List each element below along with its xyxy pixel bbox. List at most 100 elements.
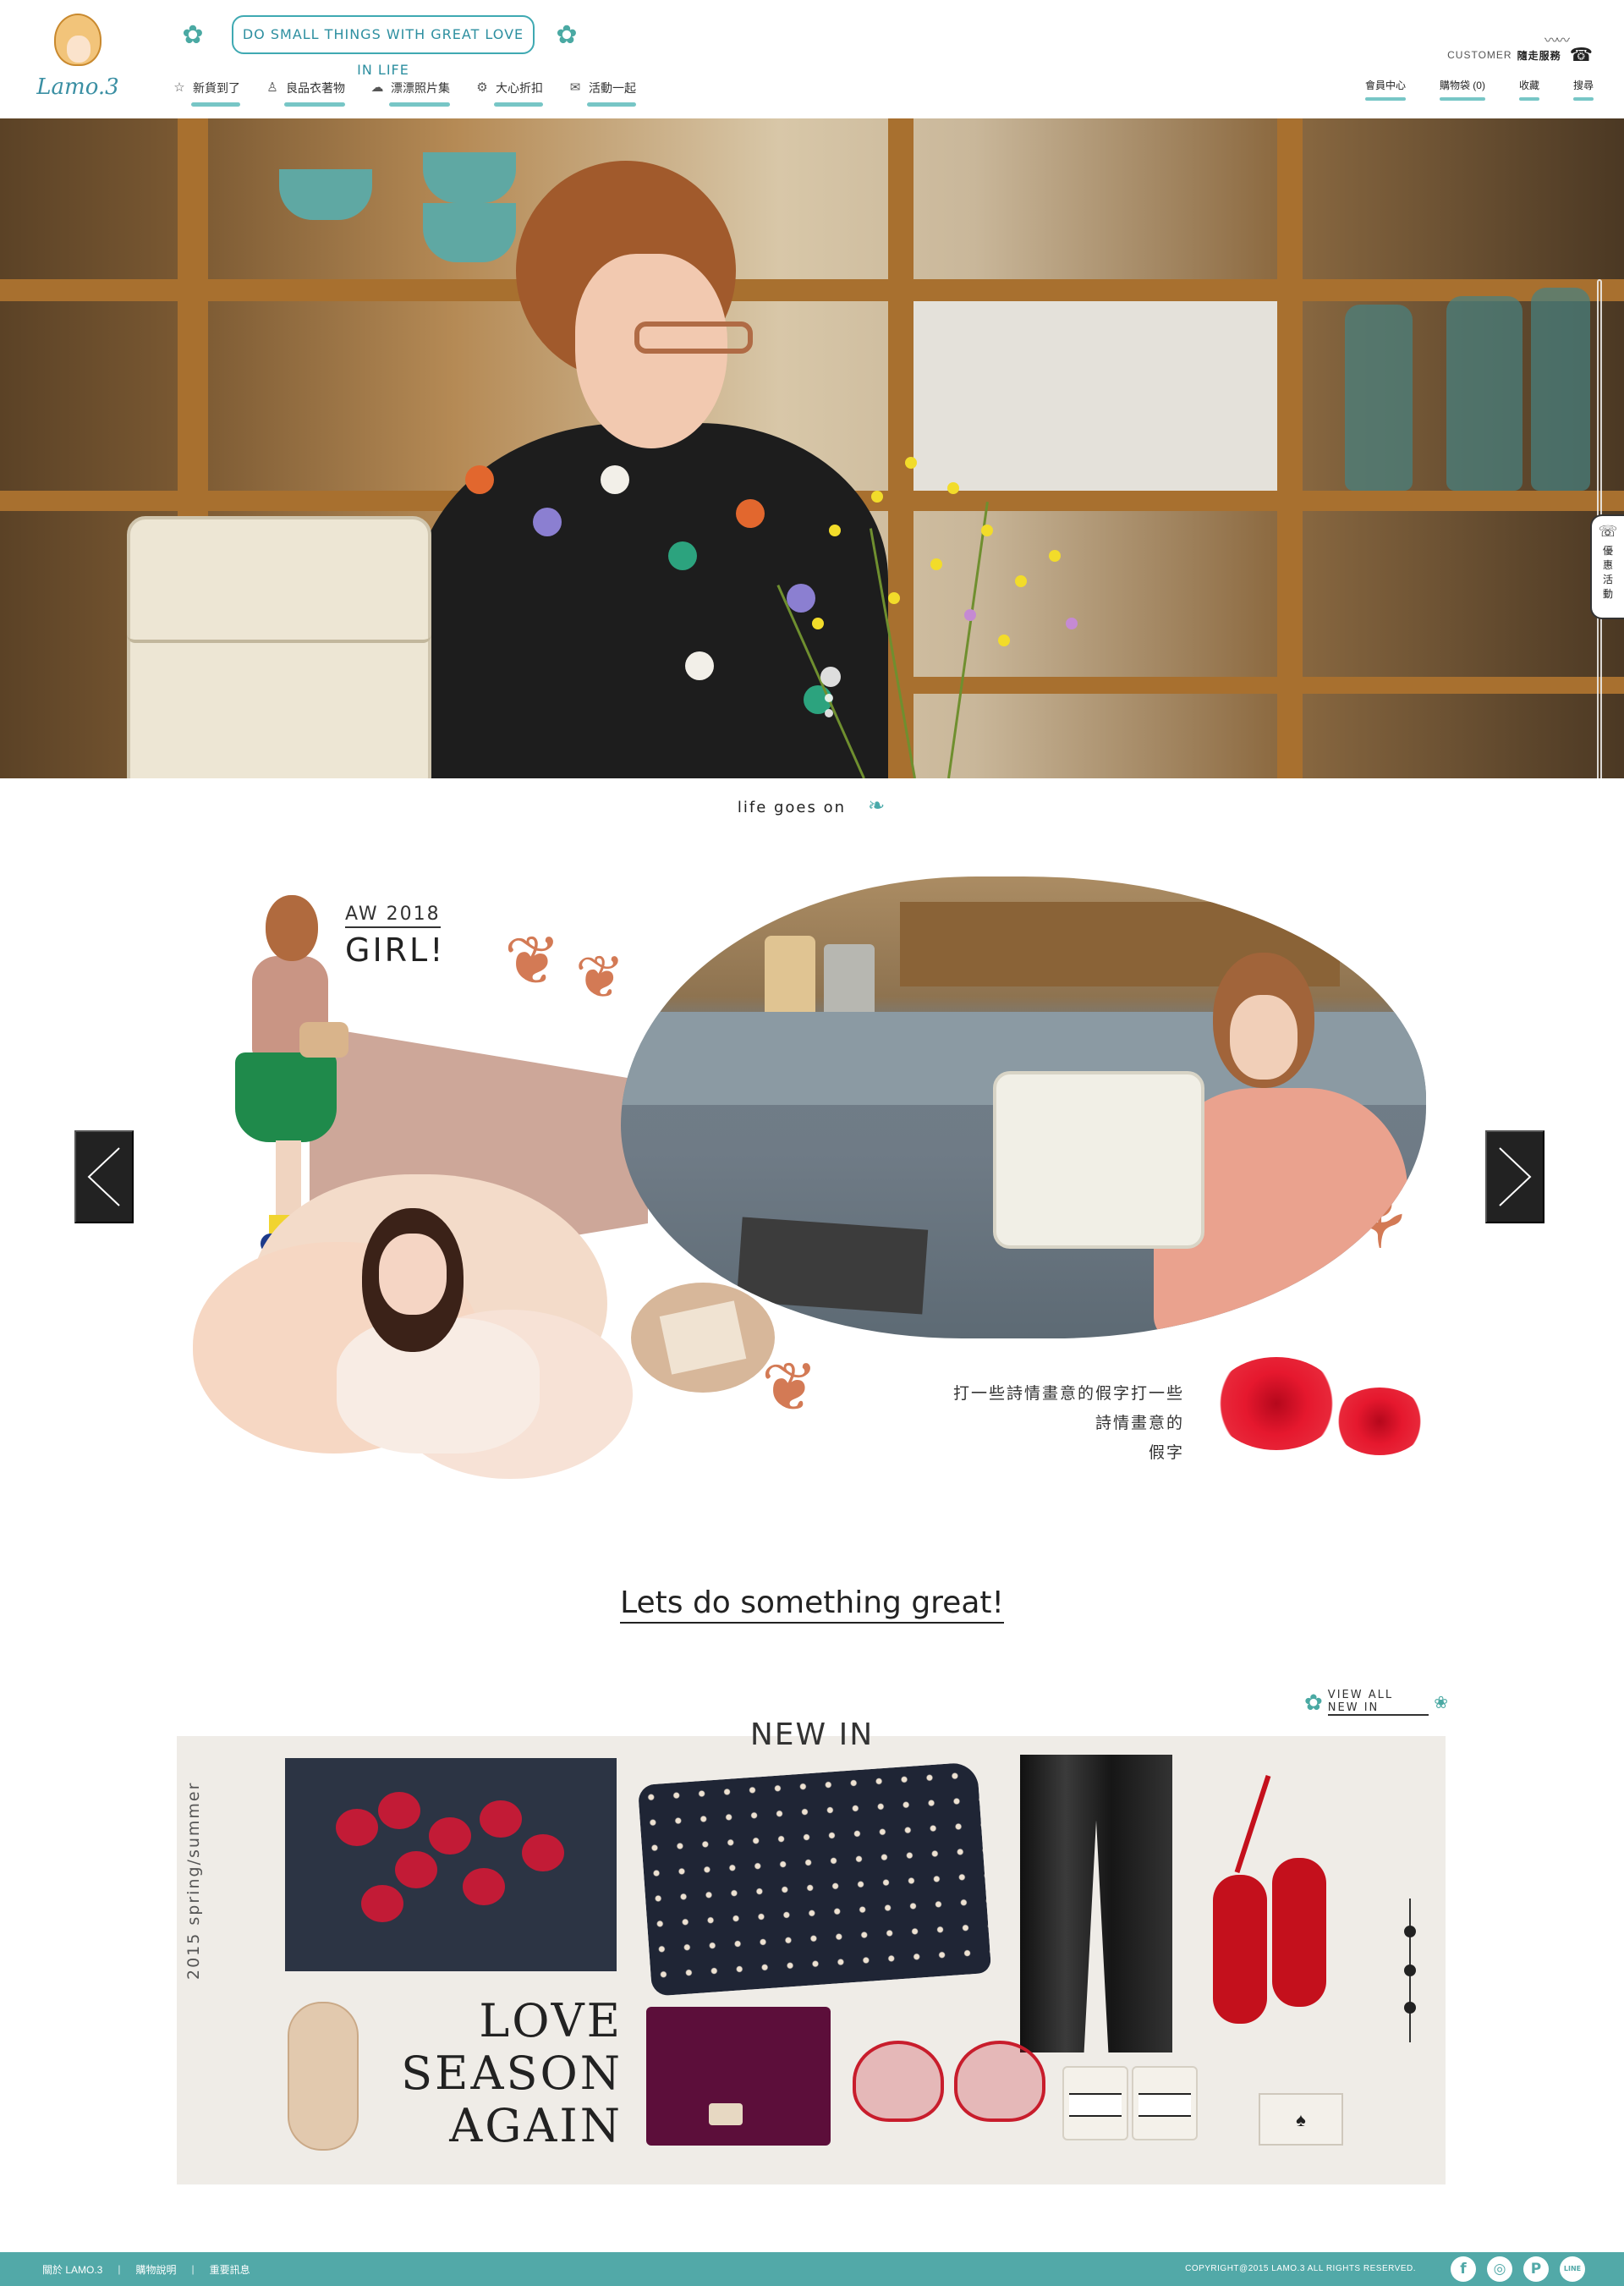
hero-model-glasses [634, 321, 753, 354]
new-in-title: NEW IN [749, 1717, 875, 1752]
ballet-shoe [1272, 1858, 1326, 2007]
rose [522, 1834, 564, 1871]
feature-text-line: 打一些詩情畫意的假字打一些 [952, 1385, 1184, 1403]
nav-favorites[interactable]: 收藏 [1518, 78, 1539, 101]
collection-season: AW 2018 [345, 904, 441, 928]
feature-photo-main[interactable] [621, 876, 1426, 1338]
feature-description: 打一些詩情畫意的假字打一些 詩情畫意的 假字 [897, 1379, 1184, 1468]
gear-icon: ⚙ [476, 80, 488, 95]
flower [1066, 618, 1078, 629]
nav-member-center[interactable]: 會員中心 [1364, 78, 1406, 101]
footer-link-shopping-guide[interactable]: 購物說明 [135, 2262, 176, 2277]
product-velvet-clutch[interactable] [646, 2007, 831, 2146]
cta-link[interactable]: Lets do something great! [0, 1585, 1624, 1624]
nav-underline [1518, 97, 1539, 101]
instagram-icon[interactable]: ◎ [1487, 2256, 1512, 2282]
dress-dot [533, 508, 562, 536]
nav-clothing[interactable]: ♙ 良品衣著物 [264, 78, 345, 107]
product-playing-card[interactable]: ♠ [1259, 2093, 1343, 2146]
product-candle[interactable] [1062, 2066, 1128, 2140]
product-ballet-shoes[interactable] [1204, 1773, 1348, 2066]
nav-label: 大心折扣 [496, 81, 543, 95]
love-season-headline: LOVE SEASON AGAIN [372, 1995, 623, 2152]
ticket-icon: ✉ [569, 80, 581, 95]
flower-icon: ✿ [182, 21, 204, 49]
headline-line: SEASON [401, 2047, 623, 2100]
product-candle[interactable] [1132, 2066, 1198, 2140]
product-flowers-photo[interactable] [285, 1758, 617, 1971]
ginkgo-leaf-illustration: ❦ [504, 923, 562, 998]
star-icon: ☆ [173, 80, 185, 95]
account-nav: 會員中心 購物袋 (0) 收藏 搜尋 [1331, 78, 1594, 101]
nav-label: 購物袋 (0) [1439, 80, 1485, 91]
flower [888, 592, 900, 604]
pinterest-icon[interactable]: P [1523, 2256, 1549, 2282]
product-lace-bra[interactable] [853, 1998, 1052, 2125]
flower [1049, 550, 1061, 562]
flower-icon: ❀ [1434, 1693, 1448, 1712]
slide-dot[interactable] [825, 694, 833, 702]
ornament-bead [1404, 2002, 1416, 2014]
site-header: Lamo.3 ✿ DO SMALL THINGS WITH GREAT LOVE… [0, 0, 1624, 118]
product-polka-dot-blouse[interactable] [637, 1761, 992, 1997]
dress-dot [465, 465, 494, 494]
hero-bottle [1345, 305, 1413, 491]
nav-label: 活動一起 [589, 81, 636, 95]
nav-shopping-bag[interactable]: 購物袋 (0) [1439, 78, 1485, 101]
hero-banner[interactable]: ☏ 優惠活動 [0, 118, 1624, 778]
cta-label: Lets do something great! [620, 1585, 1004, 1624]
feature-photo-small[interactable] [631, 1283, 775, 1393]
promotion-tab[interactable]: ☏ 優惠活動 [1590, 514, 1624, 619]
cloud-icon: ☁ [370, 80, 384, 95]
nav-label: 搜尋 [1572, 80, 1594, 91]
flower-icon: ✿ [1304, 1689, 1323, 1715]
slogan-banner: ✿ DO SMALL THINGS WITH GREAT LOVE IN LIF… [174, 12, 580, 78]
brand-logo[interactable]: Lamo.3 [30, 8, 125, 103]
logo-girl-illustration [54, 14, 102, 66]
nav-label: 新貨到了 [193, 81, 240, 95]
flower [812, 618, 824, 629]
shirt-icon: ♙ [266, 80, 278, 95]
customer-service[interactable]: 〰〰 CUSTOMER 隨走服務 ☎ [1447, 34, 1594, 66]
ginkgo-leaf-illustration: ❦ [761, 1349, 819, 1425]
rose [463, 1868, 505, 1905]
hero-bottle [1531, 288, 1590, 491]
rose [480, 1800, 522, 1838]
photo-model-face [1230, 995, 1298, 1080]
facebook-icon[interactable]: f [1451, 2256, 1476, 2282]
bra-cup [853, 2041, 944, 2122]
megaphone-icon: ☏ [1598, 523, 1618, 540]
rose [429, 1817, 471, 1855]
nav-photo-gallery[interactable]: ☁ 漂漂照片集 [369, 78, 450, 107]
carousel-next-button[interactable] [1485, 1130, 1544, 1223]
nav-events[interactable]: ✉ 活動一起 [567, 78, 636, 107]
carousel-prev-button[interactable] [74, 1130, 134, 1223]
slide-dot-active[interactable] [820, 667, 841, 687]
nav-underline [587, 102, 636, 107]
nav-discounts[interactable]: ⚙ 大心折扣 [474, 78, 543, 107]
footer-link-notices[interactable]: 重要訊息 [210, 2262, 250, 2277]
backpack-flap [127, 516, 431, 643]
nav-underline [494, 102, 543, 107]
phone-icon: ☎ [1569, 44, 1594, 65]
feature-photo-secondary[interactable] [193, 1174, 641, 1479]
footer-link-about[interactable]: 關於 LAMO.3 [42, 2262, 102, 2277]
slide-dot[interactable] [825, 709, 833, 717]
footer-links: 關於 LAMO.3 | 購物說明 | 重要訊息 [42, 2252, 250, 2286]
feature-text-line: 詩情畫意的 [1095, 1415, 1184, 1432]
nav-search[interactable]: 搜尋 [1572, 78, 1594, 101]
swirl-decoration: 〰〰 [1544, 34, 1570, 48]
hero-bottle [1446, 296, 1522, 491]
customer-label: CUSTOMER [1447, 49, 1512, 61]
product-comb[interactable] [288, 2002, 359, 2151]
rose [361, 1885, 403, 1922]
line-icon[interactable]: LINE [1560, 2256, 1585, 2282]
nav-underline [191, 102, 240, 107]
nav-underline [389, 102, 450, 107]
site-footer: 關於 LAMO.3 | 購物說明 | 重要訊息 COPYRIGHT@2015 L… [0, 2252, 1624, 2286]
clutch-clasp [709, 2103, 743, 2125]
nav-new-arrivals[interactable]: ☆ 新貨到了 [171, 78, 240, 107]
nav-label: 會員中心 [1364, 80, 1406, 91]
nav-underline [284, 102, 345, 107]
collection-name: GIRL! [345, 931, 446, 969]
